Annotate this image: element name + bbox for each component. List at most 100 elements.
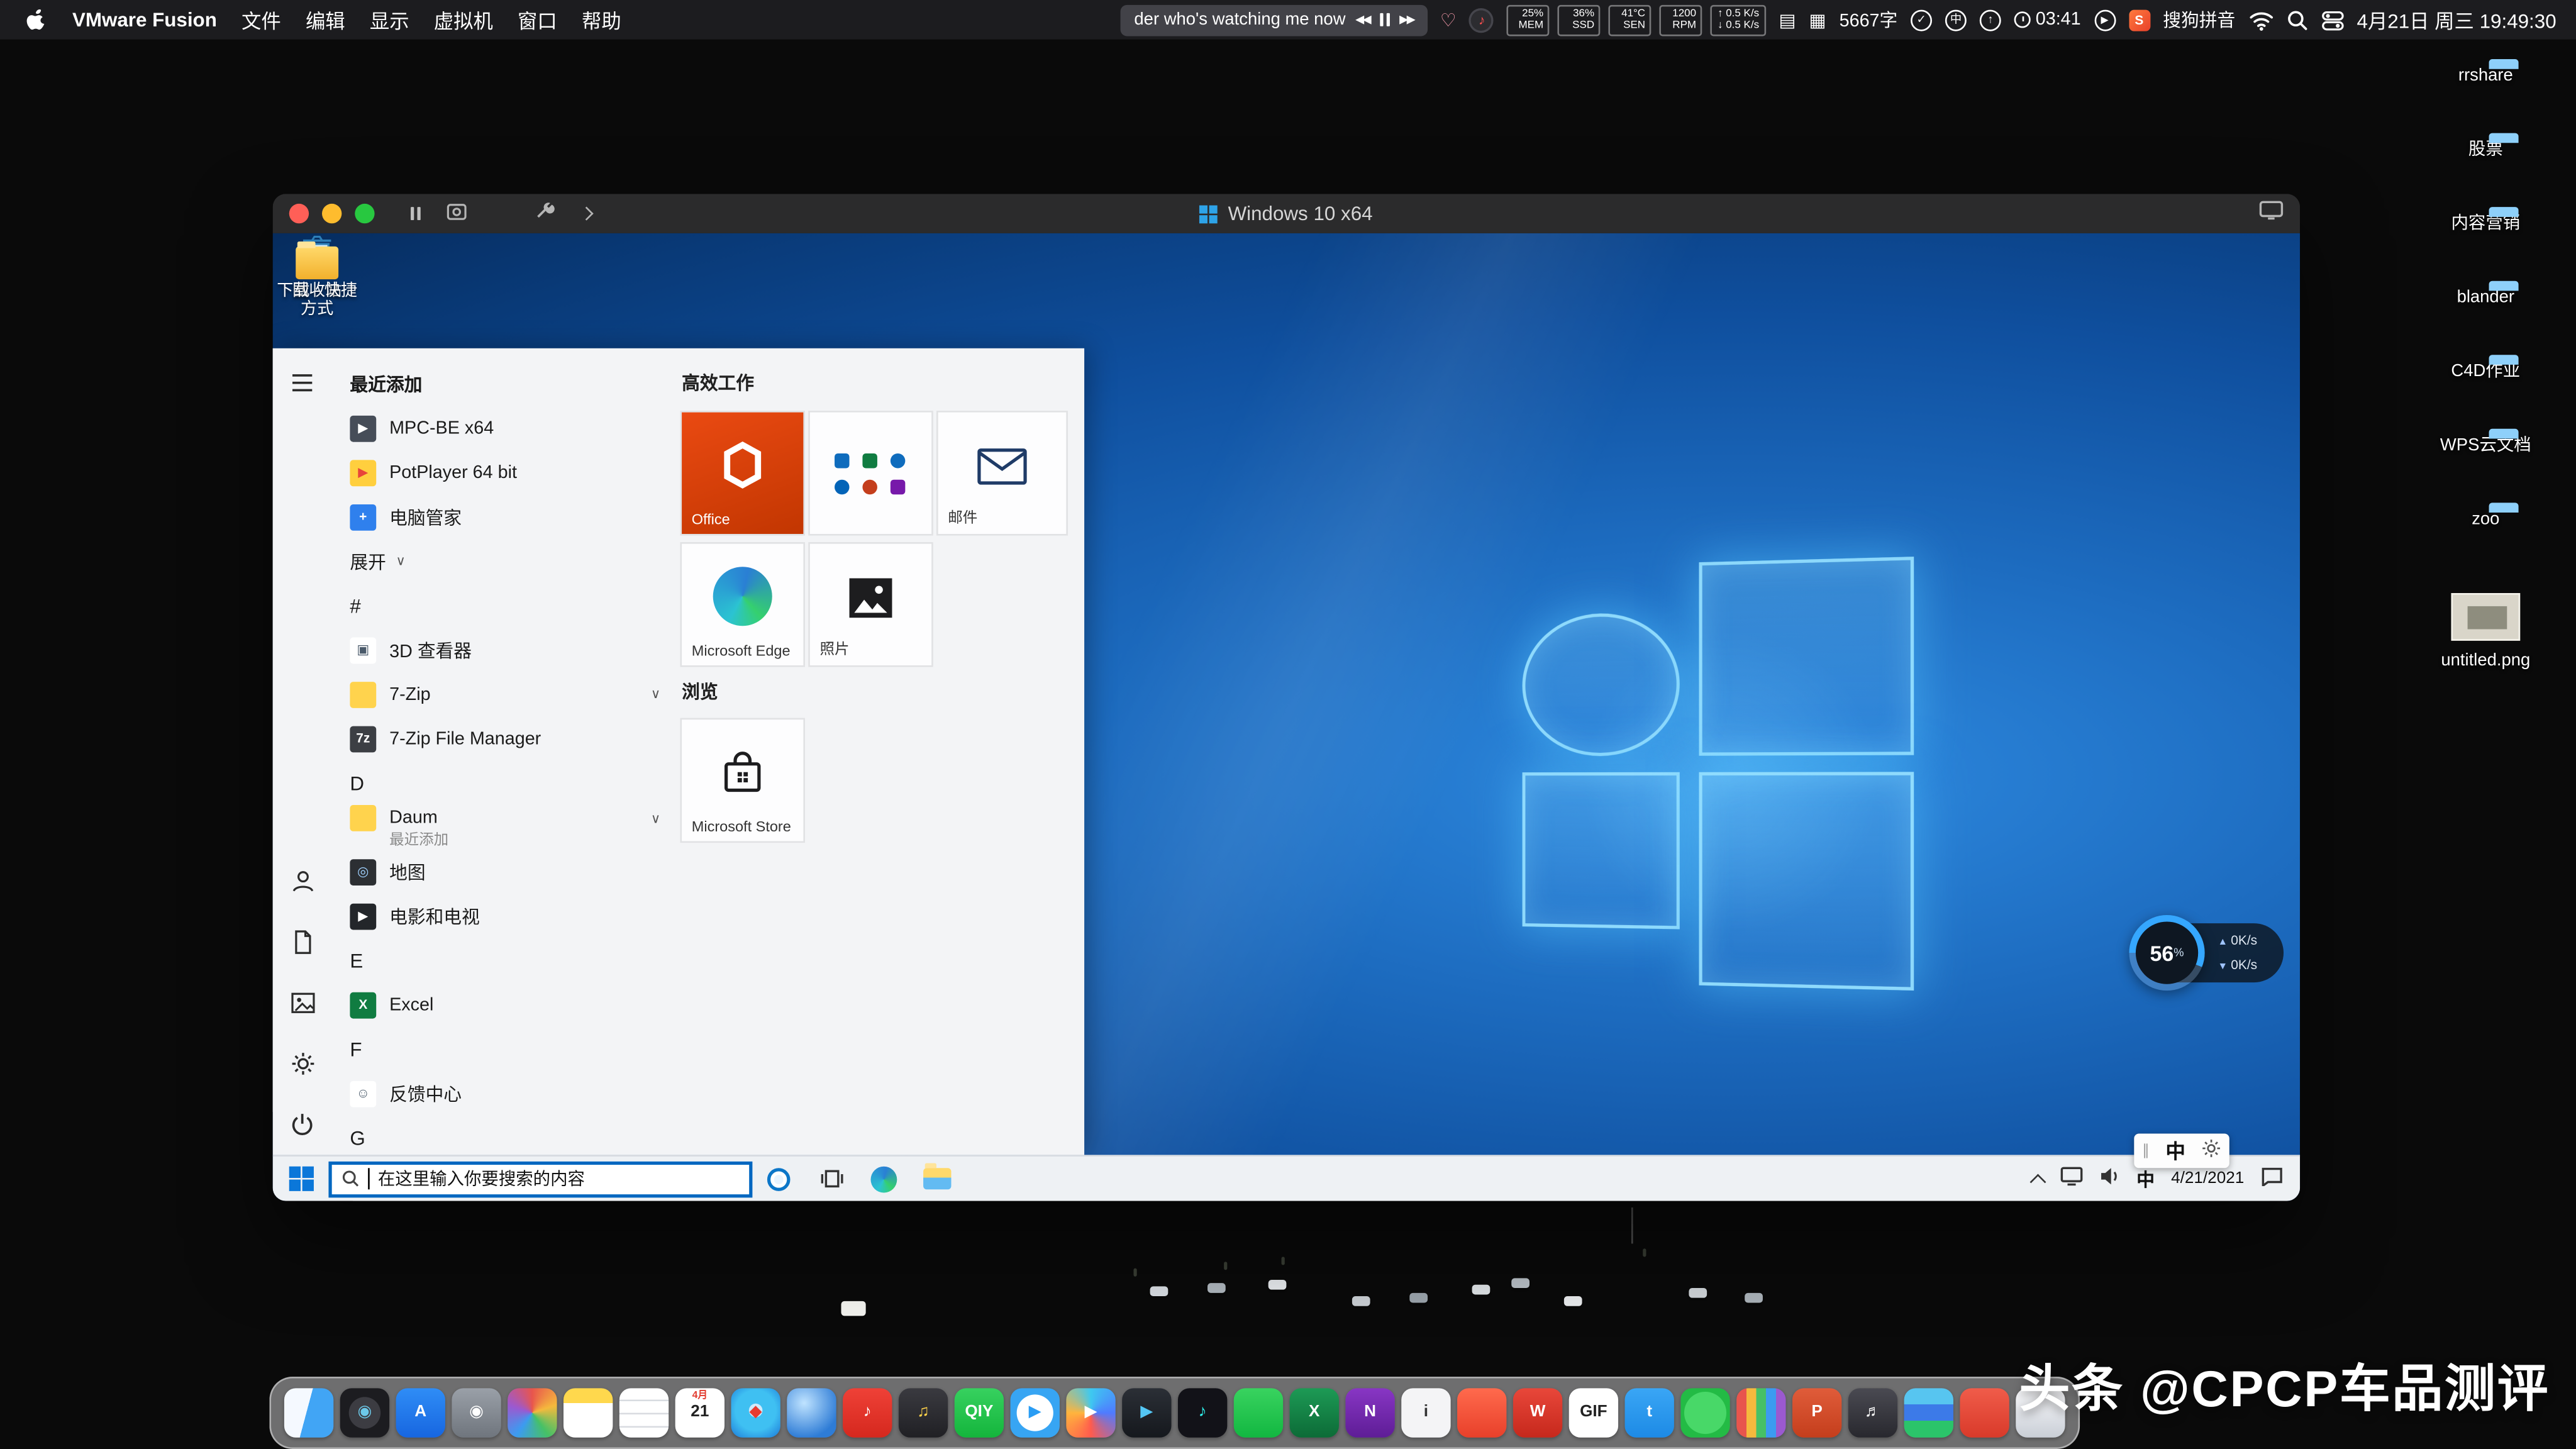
usage-gauge[interactable]: 56%	[2129, 915, 2204, 991]
stat-chip[interactable]: 25% MEM	[1507, 4, 1550, 36]
start-menu-row[interactable]: G	[332, 1116, 674, 1155]
ime-badge-icon[interactable]: 中	[1945, 9, 1967, 30]
music-app-icon[interactable]: ♪	[1470, 8, 1494, 32]
tray-clock[interactable]: 4/21/2021	[2171, 1170, 2244, 1188]
dock-info-app[interactable]: i	[1401, 1388, 1450, 1437]
ime-mode-button[interactable]: 中	[2166, 1137, 2185, 1165]
ime-settings-gear-icon[interactable]	[2202, 1136, 2221, 1165]
zoom-window-button[interactable]	[355, 204, 374, 223]
dock-vmware-fusion[interactable]	[1904, 1388, 1953, 1437]
ime-toolbar[interactable]: ∥ 中	[2134, 1133, 2229, 1168]
cortana-button[interactable]	[752, 1167, 805, 1191]
desktop-folder-content-marketing[interactable]: 内容营销	[2420, 214, 2551, 233]
document-status-icon[interactable]: ▤	[1779, 9, 1796, 30]
settings-gear-icon[interactable]	[286, 1046, 319, 1079]
start-app-pc-manager[interactable]: + 电脑管家	[332, 494, 674, 539]
desktop-file-untitled-png[interactable]: untitled.png	[2420, 583, 2551, 670]
dock-iqiyi[interactable]: QIY	[955, 1388, 1004, 1437]
dock-launchpad[interactable]	[508, 1388, 557, 1437]
control-center-icon[interactable]	[2321, 9, 2344, 30]
tray-expand-icon[interactable]	[2029, 1173, 2045, 1189]
upload-circle-icon[interactable]: ↑	[1980, 9, 2001, 30]
dock-excel[interactable]: X	[1290, 1388, 1339, 1437]
play-circle-icon[interactable]: ▶	[2094, 9, 2116, 30]
favorite-heart-icon[interactable]: ♡	[1440, 9, 1457, 30]
next-track-icon[interactable]: ▶▶	[1399, 13, 1414, 26]
taskbar-search-box[interactable]: 在这里输入你要搜索的内容	[328, 1161, 752, 1197]
menubar-menu[interactable]: 编辑	[306, 6, 345, 33]
tile-office-apps[interactable]	[810, 413, 931, 534]
dock-green-chat[interactable]	[1680, 1388, 1729, 1437]
chevron-down-icon[interactable]: ∨	[651, 811, 660, 826]
start-app-3d-viewer[interactable]: ▣ 3D 查看器	[332, 628, 674, 672]
desktop-folder-blander[interactable]: blander	[2420, 287, 2551, 307]
desktop-folder-rrshare[interactable]: rrshare	[2420, 65, 2551, 85]
tile-edge[interactable]: Microsoft Edge	[682, 544, 803, 665]
tile-mail[interactable]: 邮件	[938, 413, 1067, 534]
dock-red-tile-app[interactable]	[1960, 1388, 2009, 1437]
menubar-menu[interactable]: 虚拟机	[434, 6, 493, 33]
documents-icon[interactable]	[286, 925, 319, 958]
desktop-folder-c4d-homework[interactable]: C4D作业	[2420, 362, 2551, 381]
start-menu-row[interactable]: #	[332, 583, 674, 628]
spotlight-search-icon[interactable]	[2286, 9, 2307, 30]
start-expand[interactable]: 展开 ∨	[332, 539, 674, 584]
tile-microsoft-store[interactable]: Microsoft Store	[682, 719, 803, 841]
tile-office[interactable]: Office	[682, 413, 803, 534]
tile-photos[interactable]: 照片	[810, 544, 931, 665]
start-menu-row[interactable]: D	[332, 760, 674, 805]
hamburger-menu-icon[interactable]	[286, 367, 319, 399]
dock-screenshot[interactable]: ◉	[452, 1388, 501, 1437]
tray-ime-indicator[interactable]: 中	[2136, 1165, 2155, 1192]
minimize-window-button[interactable]	[322, 204, 341, 223]
dock-textedit[interactable]	[619, 1388, 669, 1437]
dock-word-red[interactable]: W	[1513, 1388, 1562, 1437]
dock-safari[interactable]: ◆	[731, 1388, 780, 1437]
pictures-icon[interactable]	[286, 985, 319, 1018]
pause-icon[interactable]	[1380, 13, 1390, 26]
start-app-maps[interactable]: ◎ 地图	[332, 850, 674, 894]
window-grid-icon[interactable]: ▦	[1809, 9, 1826, 30]
dock-player-dark[interactable]: ▶	[1122, 1388, 1171, 1437]
start-button[interactable]	[273, 1167, 329, 1191]
dock-color-meter[interactable]	[1736, 1388, 1785, 1437]
file-explorer-button[interactable]	[910, 1168, 963, 1189]
menubar-menu[interactable]: 显示	[370, 6, 409, 33]
tray-display-icon[interactable]	[2059, 1167, 2082, 1191]
start-folder-7zip[interactable]: 7-Zip ∨	[332, 672, 674, 716]
menubar-menu[interactable]: 窗口	[518, 6, 557, 33]
menubar-menu[interactable]: 文件	[242, 6, 281, 33]
chevron-down-icon[interactable]: ∨	[396, 553, 406, 569]
user-avatar-icon[interactable]	[286, 864, 319, 897]
dock-music-app[interactable]: ♬	[1848, 1388, 1897, 1437]
chevron-down-icon[interactable]: ∨	[651, 687, 660, 702]
start-app-7zip-fm[interactable]: 7z 7-Zip File Manager	[332, 716, 674, 761]
sogou-ime-icon[interactable]: S	[2128, 9, 2150, 30]
timer-widget[interactable]: 03:41	[2014, 10, 2081, 30]
dock-tencent-video[interactable]: ▶	[1066, 1388, 1115, 1437]
dock-notes[interactable]	[564, 1388, 613, 1437]
desktop-folder-stocks[interactable]: 股票	[2420, 140, 2551, 159]
snapshot-icon[interactable]	[447, 199, 467, 228]
start-app-potplayer[interactable]: ▶ PotPlayer 64 bit	[332, 450, 674, 495]
drag-handle-icon[interactable]: ∥	[2142, 1142, 2150, 1160]
action-center-icon[interactable]	[2260, 1167, 2284, 1191]
dock-blue-orb-app[interactable]	[787, 1388, 836, 1437]
start-app-mpc-be[interactable]: ▶ MPC-BE x64	[332, 406, 674, 450]
dock-youku[interactable]: ▶	[1011, 1388, 1060, 1437]
word-count[interactable]: 5667字	[1840, 6, 1898, 33]
start-app-feedback-hub[interactable]: ☺ 反馈中心	[332, 1071, 674, 1116]
dock-calendar[interactable]: 4月 21	[675, 1388, 724, 1437]
dock-screen-recorder[interactable]: ◉	[340, 1388, 389, 1437]
menubar-menu[interactable]: 帮助	[582, 6, 621, 33]
previous-track-icon[interactable]: ◀◀	[1355, 13, 1370, 26]
stat-chip[interactable]: 41°C SEN	[1609, 4, 1652, 36]
start-menu-row[interactable]: E	[332, 938, 674, 983]
dock-twitter[interactable]: t	[1625, 1388, 1674, 1437]
dock-gif-app[interactable]: GIF	[1569, 1388, 1618, 1437]
apple-menu-icon[interactable]	[26, 8, 48, 31]
start-app-excel[interactable]: X Excel	[332, 982, 674, 1027]
dock-onenote[interactable]: N	[1345, 1388, 1394, 1437]
stat-chip[interactable]: 36% SSD	[1558, 4, 1601, 36]
dock-app-store[interactable]: A	[396, 1388, 445, 1437]
